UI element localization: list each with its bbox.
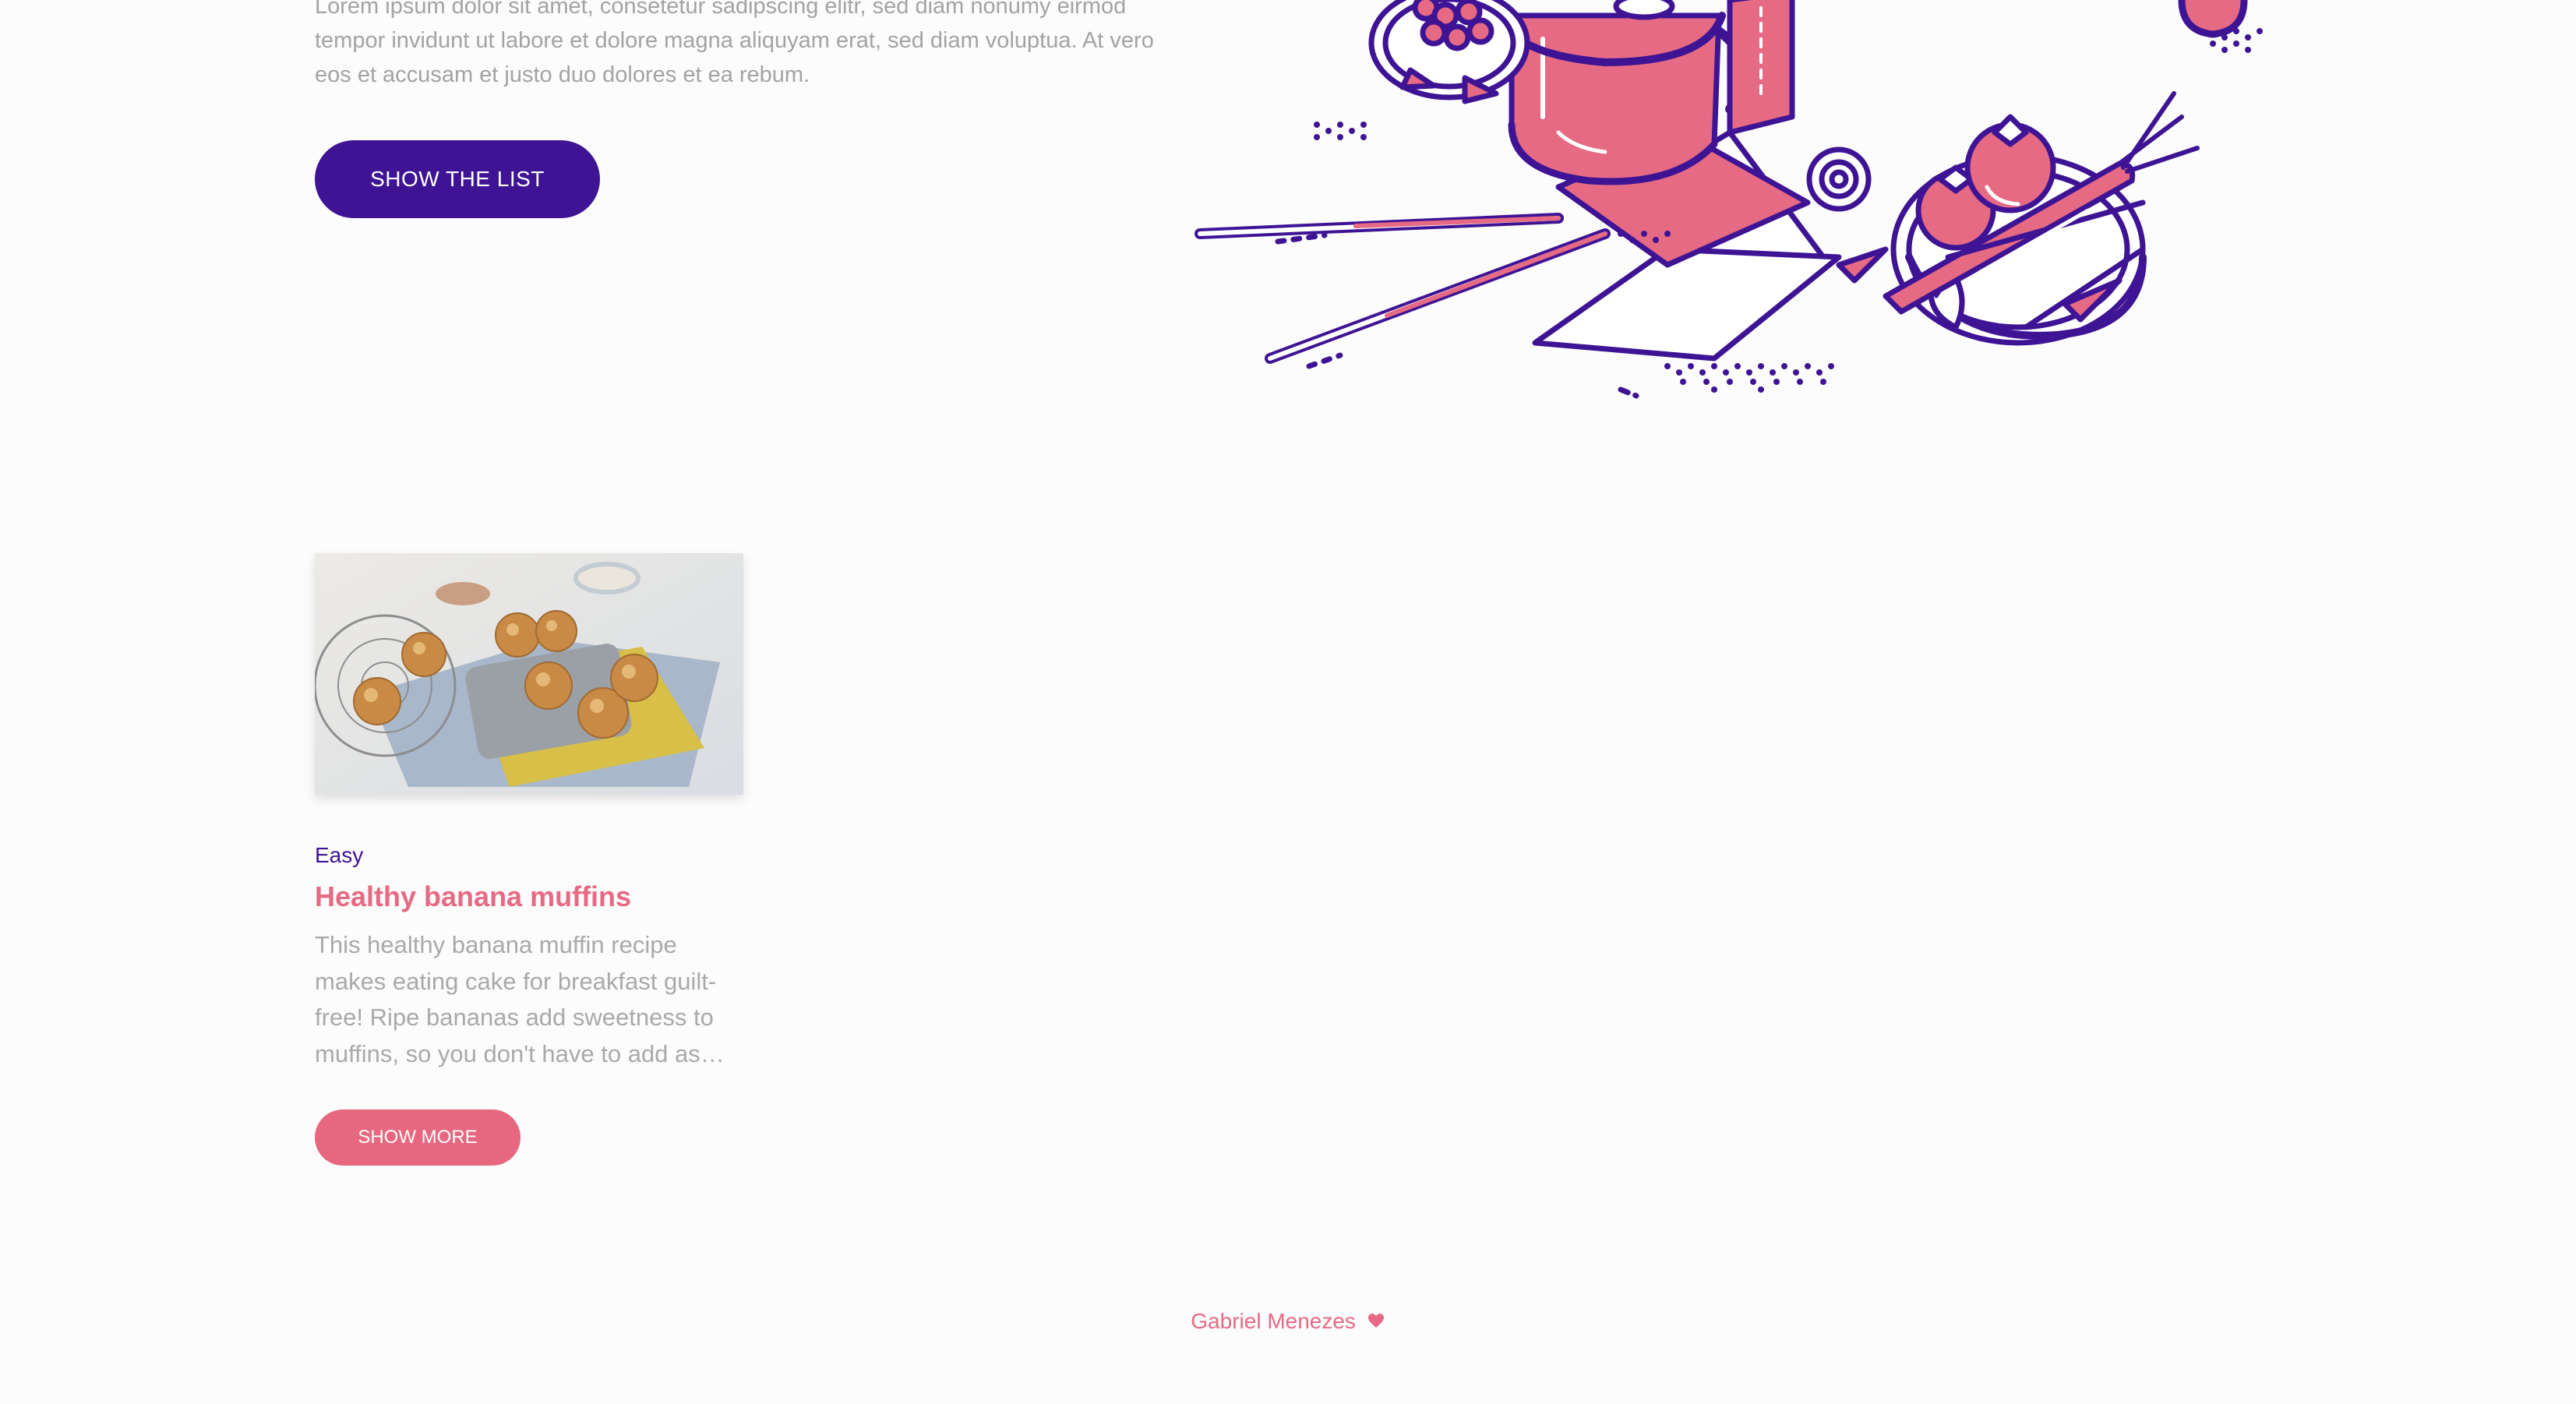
- recipe-difficulty: Easy: [315, 843, 364, 867]
- footer-author[interactable]: Gabriel Menezes: [1191, 1309, 1356, 1333]
- recipe-title[interactable]: Healthy banana muffins: [315, 880, 631, 913]
- show-list-button[interactable]: SHOW THE LIST: [315, 140, 600, 218]
- food-illustration: [1194, 0, 2263, 399]
- heart-icon: [1367, 1311, 1385, 1335]
- recipe-description: This healthy banana muffin recipe makes …: [315, 931, 717, 1067]
- show-more-button[interactable]: SHOW MORE: [315, 1109, 520, 1166]
- hero-description: Lorem ipsum dolor sit amet, consetetur s…: [315, 0, 1154, 87]
- footer: Gabriel Menezes: [0, 1309, 2576, 1335]
- muffins-photo: [315, 553, 743, 795]
- recipe-image[interactable]: [315, 553, 743, 795]
